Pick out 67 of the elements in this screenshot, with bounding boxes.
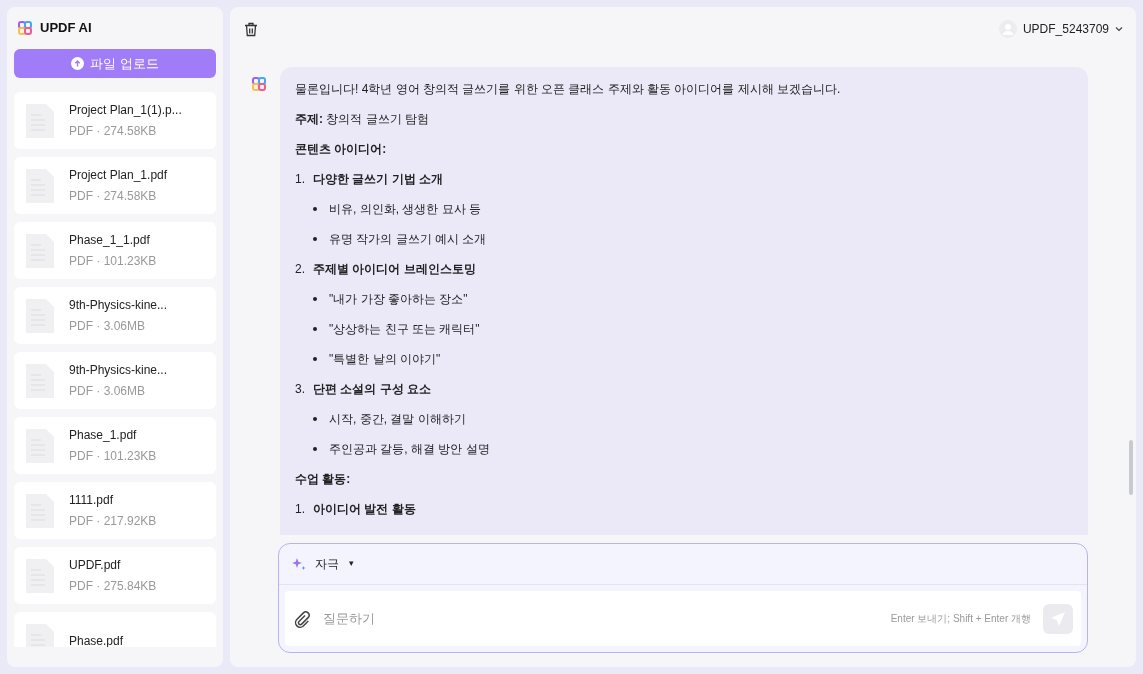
file-name: UPDF.pdf [69, 557, 122, 574]
file-card[interactable]: 9th-Physics-kine... PDF · 3.06MB [14, 287, 216, 344]
file-name: Project Plan_1.pdf [69, 167, 168, 184]
document-icon [25, 492, 55, 529]
list-item-title: 단편 소설의 구성 요소 [313, 381, 432, 398]
file-meta: PDF · 274.58KB [69, 188, 158, 205]
scrollbar-thumb[interactable] [1129, 440, 1133, 495]
document-icon [25, 427, 55, 464]
file-meta: PDF · 274.58KB [69, 123, 158, 140]
document-icon [25, 362, 55, 399]
logo-icon [18, 21, 32, 35]
bullet-text: 주인공과 갈등, 해결 방안 설명 [329, 441, 490, 458]
file-name: Phase.pdf [69, 632, 124, 647]
file-name: Project Plan_1(1).p... [69, 102, 182, 119]
file-card[interactable]: Project Plan_1.pdf PDF · 274.58KB [14, 157, 216, 214]
bullet-text: "특별한 날의 이야기" [329, 351, 441, 368]
list-item-title: 아이디어 발전 활동 [313, 501, 416, 518]
bullet-text: 비유, 의인화, 생생한 묘사 등 [329, 201, 481, 218]
section-heading: 콘텐츠 아이디어: [295, 141, 388, 158]
file-name: Phase_1.pdf [69, 427, 138, 444]
assistant-logo-icon [252, 77, 266, 91]
upload-icon [71, 57, 85, 70]
question-input[interactable]: 질문하기 [323, 608, 879, 629]
file-card[interactable]: Project Plan_1(1).p... PDF · 274.58KB [14, 92, 216, 149]
chevron-down-icon [1115, 26, 1123, 32]
bullet-text: "상상하는 친구 또는 캐릭터" [329, 321, 480, 338]
user-menu[interactable]: UPDF_5243709 [998, 20, 1123, 38]
bullet-text: 시작, 중간, 결말 이해하기 [329, 411, 466, 428]
file-meta: PDF · 217.92KB [69, 513, 157, 530]
file-meta: PDF · 3.06MB [69, 318, 147, 335]
list-number: 3. [295, 381, 305, 398]
message-text: 물론입니다! 4학년 영어 창의적 글쓰기를 위한 오픈 클래스 주제와 활동 아이디어를 제시해 보겠습니다. [295, 81, 842, 98]
section-heading: 수업 활동: [295, 471, 352, 488]
file-card[interactable]: UPDF.pdf PDF · 275.84KB [14, 547, 216, 604]
document-icon [25, 102, 55, 139]
sparkle-icon [291, 557, 307, 571]
document-icon [25, 297, 55, 334]
file-meta: PDF · 3.06MB [69, 383, 147, 400]
file-card[interactable]: Phase.pdf [14, 612, 216, 647]
file-card[interactable]: 1111.pdf PDF · 217.92KB [14, 482, 216, 539]
mode-dropdown[interactable]: 자극 ▾ [315, 555, 354, 573]
bullet-text: 유명 작가의 글쓰기 예시 소개 [329, 231, 487, 248]
shortcut-hint: Enter 보내기; Shift + Enter 개행 [890, 612, 1031, 626]
app-title: UPDF AI [40, 19, 92, 38]
paperclip-icon[interactable] [293, 609, 311, 628]
file-meta: PDF · 101.23KB [69, 448, 157, 465]
file-card[interactable]: 9th-Physics-kine... PDF · 3.06MB [14, 352, 216, 409]
document-icon [25, 557, 55, 594]
trash-icon[interactable] [244, 21, 258, 37]
bullet-text: "내가 가장 좋아하는 장소" [329, 291, 468, 308]
file-meta: PDF · 101.23KB [69, 253, 157, 270]
file-meta: PDF · 275.84KB [69, 578, 157, 595]
list-number: 2. [295, 261, 305, 278]
file-card[interactable]: Phase_1.pdf PDF · 101.23KB [14, 417, 216, 474]
file-name: 9th-Physics-kine... [69, 362, 168, 379]
list-number: 1. [295, 501, 305, 518]
list-item-title: 다양한 글쓰기 기법 소개 [313, 171, 444, 188]
document-icon [25, 232, 55, 269]
file-name: 9th-Physics-kine... [69, 297, 168, 314]
file-name: Phase_1_1.pdf [69, 232, 151, 249]
file-name: 1111.pdf [69, 492, 115, 509]
file-card[interactable]: Phase_1_1.pdf PDF · 101.23KB [14, 222, 216, 279]
document-icon [25, 167, 55, 204]
list-item-title: 주제별 아이디어 브레인스토밍 [313, 261, 476, 278]
list-number: 1. [295, 171, 305, 188]
user-name: UPDF_5243709 [1022, 21, 1109, 38]
message-text: 주제: 창의적 글쓰기 탐험 [295, 111, 430, 128]
